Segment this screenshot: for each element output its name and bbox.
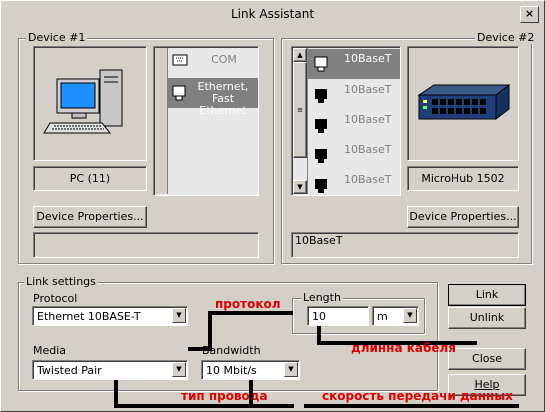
device1-image-frame: [33, 46, 147, 161]
close-window-button[interactable]: ×: [520, 6, 539, 23]
port-label: 10BaseT: [344, 52, 392, 65]
bandwidth-value: 10 Mbit/s: [206, 364, 257, 377]
device2-properties-button[interactable]: Device Properties...: [407, 206, 519, 228]
port-item-selected[interactable]: 10BaseT: [308, 49, 400, 79]
serial-port-icon: [172, 54, 188, 66]
protocol-value: Ethernet 10BASE-T: [37, 310, 141, 323]
protocol-leader-line: [188, 347, 210, 351]
length-unit-select[interactable]: m ▼: [372, 306, 419, 326]
device2-image-frame: [407, 46, 519, 161]
length-input[interactable]: 10: [307, 306, 369, 326]
chevron-down-icon[interactable]: ▼: [172, 308, 186, 323]
port-label: 10BaseT: [344, 143, 392, 156]
device1-info-box: [33, 232, 259, 258]
media-leader-line: [114, 404, 294, 408]
device1-group-label: Device #1: [26, 31, 88, 44]
protocol-leader-line: [208, 311, 212, 351]
protocol-label: Protocol: [33, 292, 78, 305]
bandwidth-annotation: скорость передачи данных: [322, 389, 513, 403]
device2-name-box: MicroHub 1502: [407, 166, 519, 191]
pc-computer-icon: [43, 69, 123, 134]
length-annotation: длинна кабеля: [351, 341, 456, 355]
device2-group-label: Device #2: [475, 31, 537, 44]
ethernet-port-icon: [314, 56, 328, 72]
ethernet-port-icon: [315, 179, 327, 193]
bandwidth-leader-line: [304, 404, 519, 408]
window-title: Link Assistant: [230, 7, 315, 21]
device2-info-box: 10BaseT: [291, 232, 519, 258]
protocol-leader-line: [208, 311, 293, 315]
device1-port-scroll-track[interactable]: [155, 48, 168, 194]
port-label: 10BaseT: [344, 173, 392, 186]
chevron-down-icon[interactable]: ▼: [284, 362, 298, 377]
device2-port-items: 10BaseT 10BaseT 10BaseT 10BaseT 10BaseT: [308, 49, 400, 195]
unlink-button[interactable]: Unlink: [448, 307, 526, 329]
protocol-select[interactable]: Ethernet 10BASE-T ▼: [32, 306, 188, 326]
bandwidth-leader-line: [249, 380, 253, 406]
media-value: Twisted Pair: [37, 364, 102, 377]
port-item[interactable]: 10BaseT: [308, 140, 400, 170]
device1-name-box: PC (11): [33, 166, 147, 191]
media-annotation: тип провода: [181, 389, 268, 403]
link-assistant-window: Link Assistant × Device #1 PC (11) Devic…: [0, 0, 545, 412]
port-item[interactable]: 10BaseT: [308, 110, 400, 140]
port-label: COM: [211, 53, 237, 66]
port-label: 10BaseT: [344, 113, 392, 126]
media-label: Media: [33, 344, 67, 357]
network-hub-icon: [417, 83, 511, 121]
media-leader-line: [114, 380, 118, 406]
device1-name: PC (11): [69, 172, 111, 185]
device1-properties-button[interactable]: Device Properties...: [33, 206, 147, 228]
port-item[interactable]: 10BaseT: [308, 80, 400, 110]
ethernet-port-icon: [315, 119, 327, 133]
link-settings-label: Link settings: [24, 275, 98, 288]
length-value: 10: [312, 310, 326, 323]
scroll-thumb[interactable]: ≡: [293, 62, 307, 158]
port-label: 10BaseT: [344, 83, 392, 96]
device2-port-scrollbar[interactable]: ▲ ≡ ▼: [293, 48, 308, 194]
device2-name: MicroHub 1502: [421, 172, 505, 185]
protocol-annotation: протокол: [215, 297, 281, 311]
port-item[interactable]: COM: [168, 49, 258, 71]
link-button[interactable]: Link: [448, 284, 526, 306]
port-item[interactable]: 10BaseT: [308, 170, 400, 200]
bandwidth-select[interactable]: 10 Mbit/s ▼: [201, 360, 300, 380]
scroll-down-button[interactable]: ▼: [293, 180, 307, 194]
ethernet-port-icon: [315, 89, 327, 103]
device2-port-list[interactable]: ▲ ≡ ▼ 10BaseT 10BaseT 10BaseT 10BaseT 10…: [291, 46, 401, 196]
ethernet-port-icon: [315, 149, 327, 163]
ethernet-port-icon: [172, 85, 186, 101]
device1-port-list[interactable]: COM Ethernet, Fast Ethernet: [153, 46, 259, 196]
media-select[interactable]: Twisted Pair ▼: [32, 360, 188, 380]
chevron-down-icon[interactable]: ▼: [172, 362, 186, 377]
title-bar: Link Assistant ×: [3, 3, 542, 25]
length-group-label: Length: [301, 291, 343, 304]
port-label: Ethernet, Fast Ethernet: [197, 80, 249, 117]
close-button[interactable]: Close: [448, 348, 526, 370]
device2-info: 10BaseT: [295, 234, 343, 247]
port-item-selected[interactable]: Ethernet, Fast Ethernet: [168, 78, 258, 117]
scroll-up-button[interactable]: ▲: [293, 48, 307, 62]
length-unit-value: m: [377, 310, 388, 323]
chevron-down-icon[interactable]: ▼: [403, 308, 417, 323]
